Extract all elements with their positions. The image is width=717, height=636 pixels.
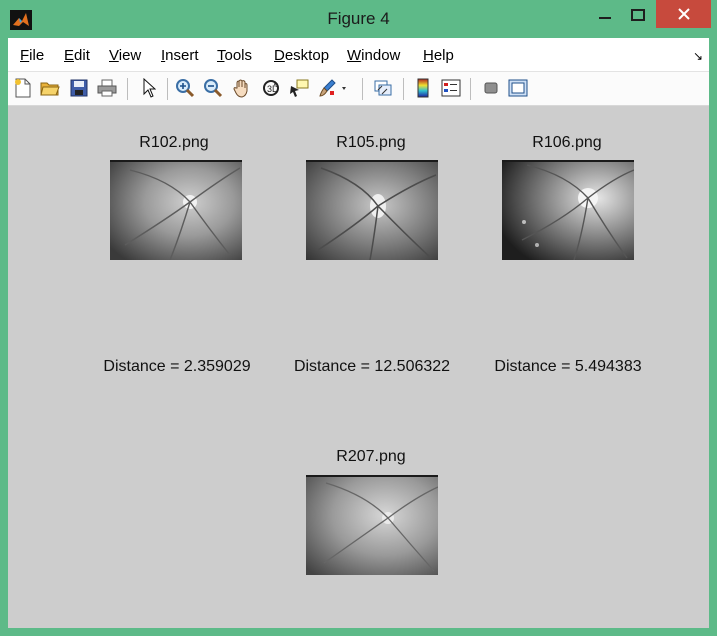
menu-tools-label: Tools [217, 47, 253, 64]
retina-image-3[interactable] [502, 160, 634, 260]
menu-tools[interactable]: Tools [217, 47, 252, 64]
subplot-title-4: R207.png [336, 448, 406, 465]
menu-file[interactable]: File [20, 47, 44, 64]
toolbar-separator [167, 78, 168, 100]
colorbar-icon [417, 78, 429, 98]
toolbar-separator [403, 78, 404, 100]
brush-button[interactable] [317, 77, 351, 99]
menu-view-label: View [109, 47, 142, 64]
link-plot-icon [374, 80, 392, 96]
toolbar-separator [470, 78, 471, 100]
data-cursor-icon [290, 79, 309, 97]
zoom-in-icon [176, 79, 195, 98]
rotate-3d-icon: 3D [263, 80, 279, 96]
close-button[interactable] [656, 0, 711, 28]
save-icon [70, 79, 88, 97]
zoom-in-button[interactable] [174, 77, 196, 99]
menu-insert[interactable]: Insert [161, 47, 199, 64]
print-button[interactable] [96, 77, 118, 99]
menu-bar: File Edit View Insert Tools Desktop Wind… [8, 38, 709, 72]
menu-insert-label: Insert [161, 47, 199, 64]
pointer-icon [143, 78, 156, 98]
menu-window-label: Window [347, 47, 401, 64]
legend-button[interactable] [440, 77, 462, 99]
menu-edit-label: Edit [64, 47, 90, 64]
colorbar-button[interactable] [412, 77, 434, 99]
hide-plot-tools-button[interactable] [480, 77, 502, 99]
menu-help-label: Help [423, 47, 454, 64]
menu-desktop-label: Desktop [274, 47, 330, 64]
toolbar-separator [362, 78, 363, 100]
dock-arrow-icon[interactable]: ↘ [693, 49, 703, 63]
figure-client-area: File Edit View Insert Tools Desktop Wind… [8, 38, 709, 628]
menu-file-label: File [20, 47, 45, 64]
new-figure-button[interactable] [12, 77, 34, 99]
menu-desktop[interactable]: Desktop [274, 47, 329, 64]
new-figure-icon [15, 78, 31, 98]
open-file-button[interactable] [39, 77, 61, 99]
pointer-button[interactable] [138, 77, 160, 99]
pan-hand-icon [233, 79, 248, 98]
pan-button[interactable] [231, 77, 253, 99]
open-file-icon [40, 82, 60, 96]
distance-label-1: Distance = 2.359029 [103, 358, 251, 375]
retina-image-2[interactable] [306, 160, 438, 260]
rotate-3d-button[interactable]: 3D [260, 77, 282, 99]
figure-canvas: R102.png Distance = 2.359029 R105.png Di… [8, 106, 709, 628]
maximize-button[interactable] [623, 0, 653, 30]
retina-image-1[interactable] [110, 160, 242, 260]
figure-toolbar: 3D [8, 72, 709, 106]
menu-window[interactable]: Window [347, 47, 400, 64]
minimize-icon [599, 17, 611, 19]
menu-help[interactable]: Help [423, 47, 454, 64]
show-plot-tools-icon [508, 79, 528, 97]
save-button[interactable] [68, 77, 90, 99]
toolbar-separator [127, 78, 128, 100]
data-cursor-button[interactable] [288, 77, 310, 99]
subplot-title-2: R105.png [336, 134, 406, 151]
distance-label-2: Distance = 12.506322 [293, 358, 451, 375]
zoom-out-icon [204, 79, 223, 98]
distance-label-3: Distance = 5.494383 [494, 358, 642, 375]
legend-icon [441, 79, 461, 97]
hide-plot-tools-icon [484, 82, 498, 94]
close-icon [677, 8, 690, 20]
menu-view[interactable]: View [109, 47, 141, 64]
link-plot-button[interactable] [372, 77, 394, 99]
print-icon [97, 79, 117, 97]
title-bar[interactable]: Figure 4 [0, 0, 717, 38]
figure-window: Figure 4 File Edit View Insert Tools Des… [0, 0, 717, 636]
retina-image-4[interactable] [306, 475, 438, 575]
menu-edit[interactable]: Edit [64, 47, 90, 64]
subplot-title-1: R102.png [139, 134, 209, 151]
svg-text:3D: 3D [267, 84, 279, 94]
zoom-out-button[interactable] [202, 77, 224, 99]
brush-icon [319, 79, 346, 97]
maximize-icon [631, 9, 645, 21]
subplot-title-3: R106.png [532, 134, 602, 151]
minimize-button[interactable] [590, 0, 620, 30]
show-plot-tools-button[interactable] [507, 77, 529, 99]
